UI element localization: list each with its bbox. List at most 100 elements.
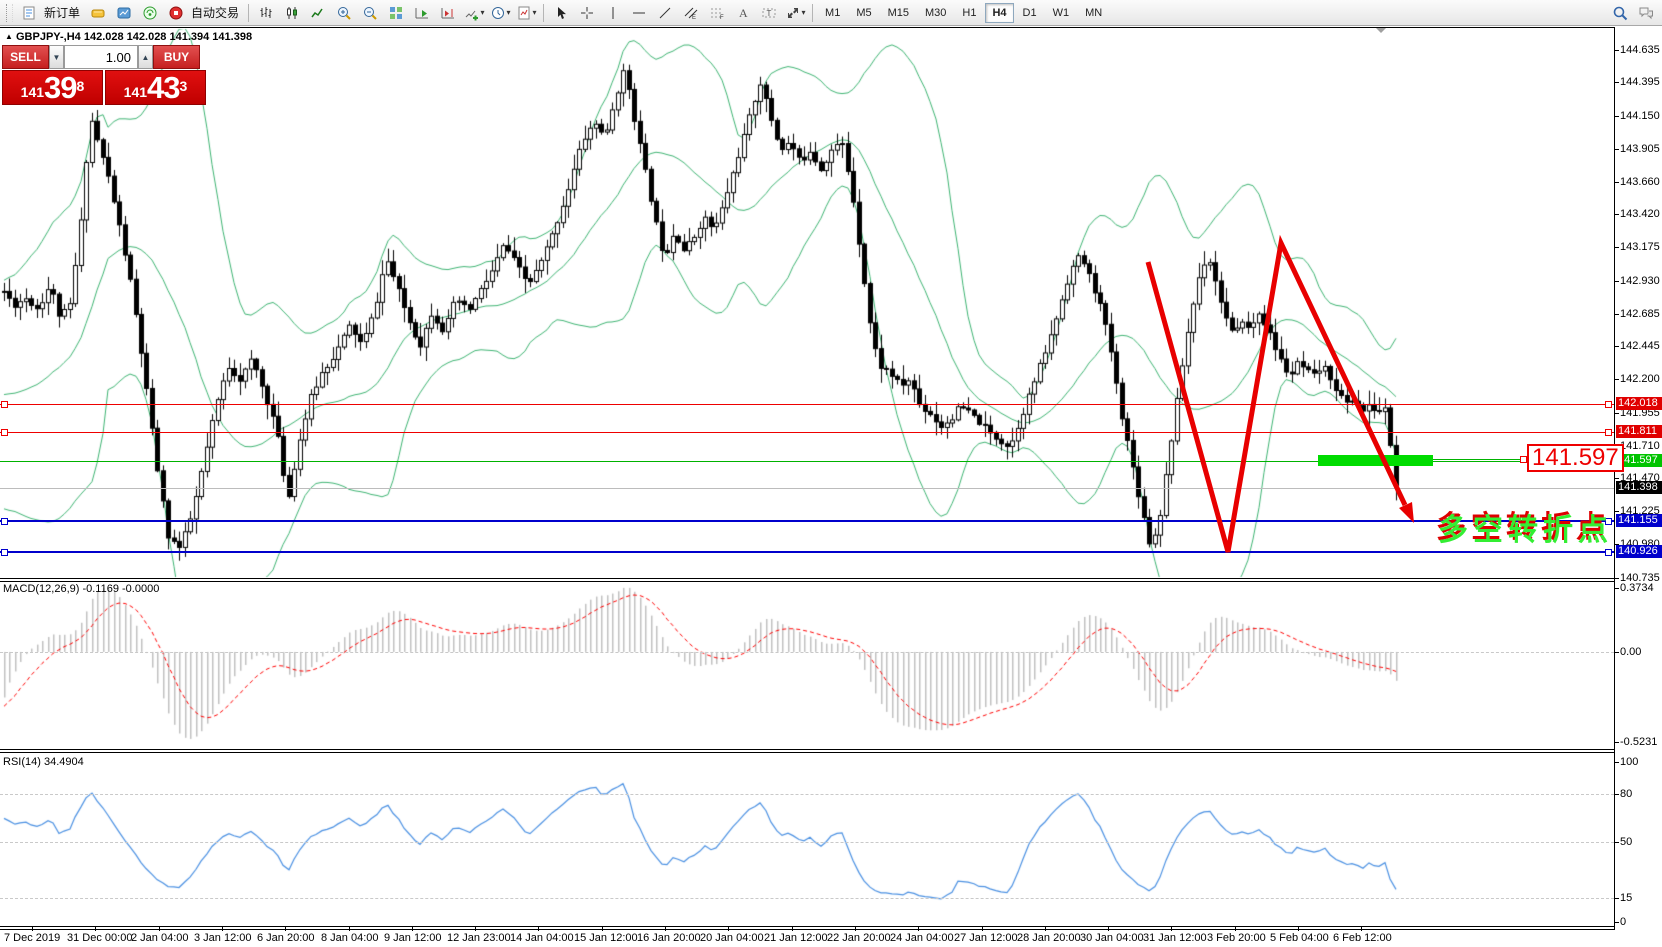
- price-callout-box[interactable]: 141.597: [1527, 444, 1624, 472]
- one-click-trading-panel: SELL ▼ ▲ BUY 141398 141433: [2, 45, 206, 105]
- price-level-line-141.155[interactable]: [0, 520, 1614, 522]
- time-axis-label: 31 Dec 00:00: [67, 932, 132, 944]
- time-tick-mark: [285, 927, 286, 931]
- indicator-scale-label: 50: [1620, 836, 1632, 848]
- time-axis-label: 16 Jan 20:00: [637, 932, 701, 944]
- line-handle[interactable]: [1, 429, 8, 436]
- turning-point-annotation[interactable]: 多空转折点: [1438, 505, 1613, 549]
- axis-tick-mark: [1614, 182, 1619, 183]
- axis-tick-label: 144.150: [1620, 110, 1660, 122]
- time-tick-mark: [475, 927, 476, 931]
- price-badge-140.926: 140.926: [1616, 545, 1662, 558]
- axis-tick-label: 143.175: [1620, 241, 1660, 253]
- line-handle[interactable]: [1, 549, 8, 556]
- price-level-line-140.926[interactable]: [0, 551, 1614, 553]
- price-chart-canvas[interactable]: [0, 0, 1662, 947]
- time-tick-mark: [412, 927, 413, 931]
- time-axis-label: 31 Jan 12:00: [1143, 932, 1207, 944]
- sell-price-big: 39: [44, 72, 76, 103]
- buy-price-big: 43: [147, 72, 179, 103]
- price-badge-141.155: 141.155: [1616, 514, 1662, 527]
- time-axis-label: 15 Jan 12:00: [574, 932, 638, 944]
- time-tick-mark: [665, 927, 666, 931]
- sell-button[interactable]: SELL: [2, 45, 49, 69]
- time-axis-label: 12 Jan 23:00: [447, 932, 511, 944]
- chart-top-border: [0, 27, 1662, 28]
- axis-tick-mark: [1614, 762, 1619, 763]
- line-handle[interactable]: [1605, 429, 1612, 436]
- macd-label: MACD(12,26,9) -0.1169 -0.0000: [3, 583, 159, 595]
- axis-tick-label: 144.395: [1620, 76, 1660, 88]
- axis-tick-mark: [1614, 794, 1619, 795]
- time-axis-border: [0, 926, 1662, 927]
- buy-price-sup: 3: [180, 71, 188, 101]
- volume-up-button[interactable]: ▲: [138, 45, 153, 69]
- rsi-level-line-15: [0, 898, 1614, 899]
- rsi-label: RSI(14) 34.4904: [3, 756, 84, 768]
- sell-price-prefix: 141: [21, 81, 44, 103]
- line-handle[interactable]: [1605, 401, 1612, 408]
- volume-down-button[interactable]: ▼: [49, 45, 64, 69]
- axis-tick-label: 142.685: [1620, 308, 1660, 320]
- price-badge-142.018: 142.018: [1616, 397, 1662, 410]
- time-tick-mark: [792, 927, 793, 931]
- pricebox-handle[interactable]: [1520, 456, 1527, 463]
- indicator-scale-label: -0.5231: [1620, 736, 1657, 748]
- axis-tick-label: 141.710: [1620, 440, 1660, 452]
- indicator-scale-label: 80: [1620, 788, 1632, 800]
- time-axis-label: 21 Jan 12:00: [764, 932, 828, 944]
- axis-tick-mark: [1614, 82, 1619, 83]
- line-handle[interactable]: [1, 401, 8, 408]
- price-level-line-141.811[interactable]: [0, 432, 1614, 433]
- time-axis-label: 22 Jan 20:00: [827, 932, 891, 944]
- time-tick-mark: [538, 927, 539, 931]
- axis-tick-mark: [1614, 314, 1619, 315]
- pricebox-connector-left: [1433, 459, 1527, 460]
- rsi-separator-2: [0, 752, 1662, 753]
- axis-tick-mark: [1614, 281, 1619, 282]
- price-level-line-141.398[interactable]: [0, 488, 1614, 489]
- macd-separator[interactable]: [0, 578, 1662, 579]
- axis-tick-mark: [1614, 588, 1619, 589]
- time-axis-label: 5 Feb 04:00: [1270, 932, 1329, 944]
- rsi-separator[interactable]: [0, 749, 1662, 750]
- axis-tick-mark: [1614, 214, 1619, 215]
- time-axis-label: 6 Jan 20:00: [257, 932, 315, 944]
- time-axis-label: 14 Jan 04:00: [510, 932, 574, 944]
- time-tick-mark: [918, 927, 919, 931]
- time-axis-label: 6 Feb 12:00: [1333, 932, 1392, 944]
- time-tick-mark: [602, 927, 603, 931]
- sell-price-display[interactable]: 141398: [2, 70, 103, 105]
- line-handle[interactable]: [1, 518, 8, 525]
- price-badge-141.398: 141.398: [1616, 481, 1662, 494]
- support-highlight-bar[interactable]: [1318, 455, 1433, 466]
- mt4-terminal: 新订单自动交易 ▾▾▾ EFAT▾ M1M5M15M30H1H4D1W1MN ▲…: [0, 0, 1662, 947]
- time-tick-mark: [1361, 927, 1362, 931]
- time-axis-label: 30 Jan 04:00: [1080, 932, 1144, 944]
- time-axis-label: 20 Jan 04:00: [700, 932, 764, 944]
- time-axis-label: 7 Dec 2019: [4, 932, 60, 944]
- price-badge-141.811: 141.811: [1616, 425, 1662, 438]
- macd-separator-2: [0, 581, 1662, 582]
- axis-tick-mark: [1614, 842, 1619, 843]
- axis-tick-label: 143.660: [1620, 176, 1660, 188]
- axis-tick-mark: [1614, 511, 1619, 512]
- axis-tick-label: 142.445: [1620, 340, 1660, 352]
- indicator-scale-label: 0.3734: [1620, 582, 1654, 594]
- sell-price-sup: 8: [77, 71, 85, 101]
- axis-tick-label: 143.905: [1620, 143, 1660, 155]
- symbol-ohlc-text: GBPJPY-,H4 142.028 142.028 141.394 141.3…: [16, 31, 252, 43]
- indicator-scale-label: 0: [1620, 916, 1626, 928]
- line-handle[interactable]: [1605, 549, 1612, 556]
- buy-price-display[interactable]: 141433: [105, 70, 206, 105]
- time-axis-border-2: [0, 929, 1662, 930]
- collapse-triangle-icon[interactable]: ▲: [5, 32, 13, 41]
- axis-tick-mark: [1614, 149, 1619, 150]
- buy-button[interactable]: BUY: [153, 45, 200, 69]
- time-tick-mark: [95, 927, 96, 931]
- rsi-level-line-50: [0, 842, 1614, 843]
- axis-tick-label: 144.635: [1620, 44, 1660, 56]
- rsi-level-line-80: [0, 794, 1614, 795]
- volume-input[interactable]: [64, 45, 138, 69]
- price-level-line-142.018[interactable]: [0, 404, 1614, 405]
